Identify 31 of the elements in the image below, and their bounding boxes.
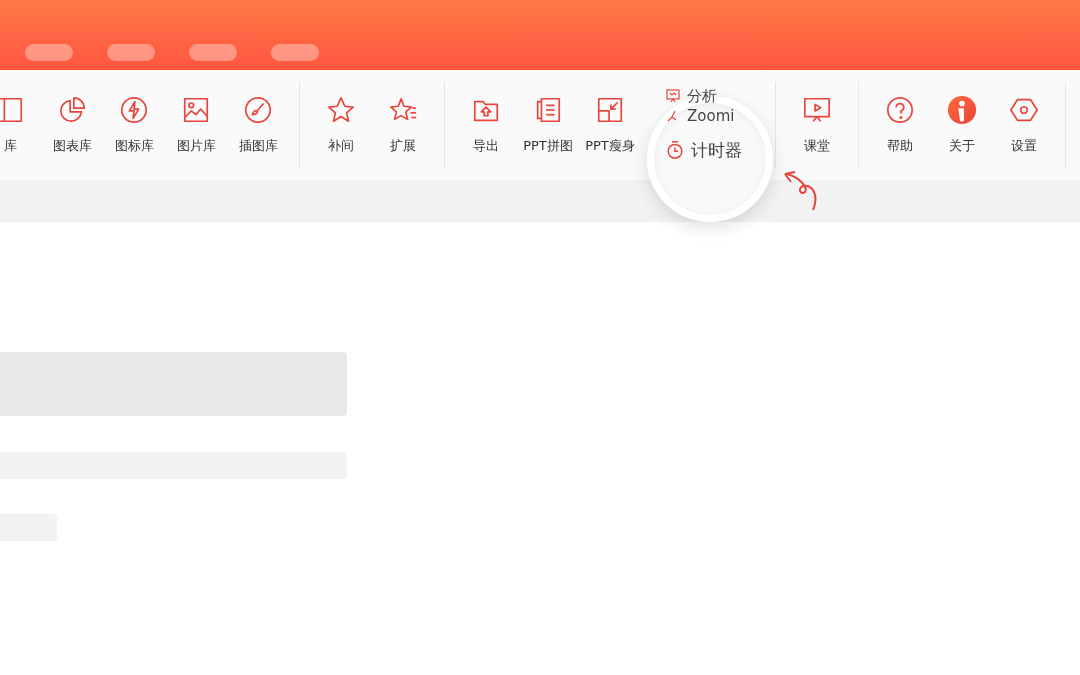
brush-icon	[243, 95, 273, 125]
tab-placeholder	[107, 44, 155, 61]
tab-placeholder	[271, 44, 319, 61]
pie-chart-icon	[57, 95, 87, 125]
toolbar-button[interactable]: 扩展	[372, 95, 434, 155]
toolbar-button[interactable]: 图标库	[103, 95, 165, 155]
tab-placeholder	[189, 44, 237, 61]
shrink-icon	[595, 95, 625, 125]
toolbar-button[interactable]: 图表库	[41, 95, 103, 155]
menu-item[interactable]: 分析	[665, 87, 765, 105]
info-icon	[947, 95, 977, 125]
toolbar-button[interactable]: 关于	[931, 95, 993, 155]
toolbar-button[interactable]: PPT瘦身	[579, 95, 641, 155]
star-icon	[326, 95, 356, 125]
chart-board-icon	[665, 88, 681, 104]
menu-item[interactable]: 计时器	[665, 139, 765, 161]
toolbar-button[interactable]: PPT拼图	[517, 95, 579, 155]
toolbar-button[interactable]: 帮助	[869, 95, 931, 155]
help-icon	[885, 95, 915, 125]
toolbar-button[interactable]: 库	[0, 95, 41, 155]
lightning-icon	[119, 95, 149, 125]
toolbar-button[interactable]: 导出	[455, 95, 517, 155]
timer-icon	[665, 140, 685, 160]
toolbar-button[interactable]: 补间	[310, 95, 372, 155]
toolbar-button[interactable]: 插图库	[227, 95, 289, 155]
toolbar-button[interactable]: 设置	[993, 95, 1055, 155]
toolbar-button[interactable]: 课堂	[786, 95, 848, 155]
panel-icon	[0, 95, 25, 125]
image-icon	[181, 95, 211, 125]
toolbar-button[interactable]: 图片库	[165, 95, 227, 155]
tab-placeholder	[25, 44, 73, 61]
